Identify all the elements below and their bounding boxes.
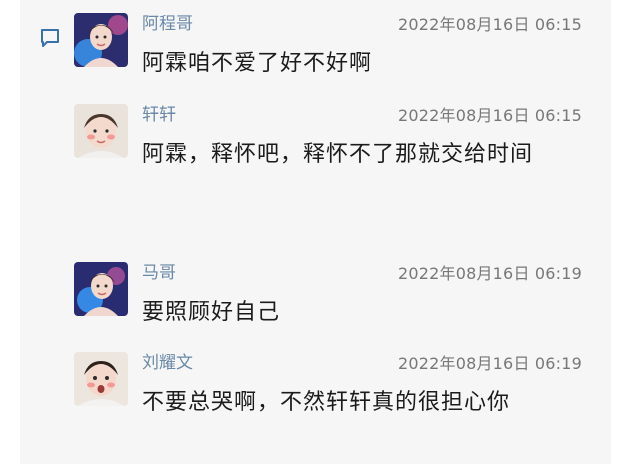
- comment-item: 马哥 2022年08月16日 06:19 要照顾好自己: [74, 262, 594, 332]
- comment-text: 阿霖，释怀吧，释怀不了那就交给时间: [142, 142, 534, 167]
- avatar[interactable]: [74, 13, 128, 67]
- comment-text: 阿霖咱不爱了好不好啊: [142, 51, 373, 76]
- username[interactable]: 马哥: [142, 262, 176, 284]
- username[interactable]: 阿程哥: [142, 13, 193, 35]
- timestamp: 2022年08月16日 06:19: [398, 354, 583, 373]
- timestamp: 2022年08月16日 06:19: [398, 264, 583, 283]
- comment-text: 要照顾好自己: [142, 300, 281, 325]
- avatar[interactable]: [74, 352, 128, 406]
- comment-item: 刘耀文 2022年08月16日 06:19 不要总哭啊，不然轩轩真的很担心你: [74, 352, 594, 462]
- username[interactable]: 轩轩: [142, 104, 176, 126]
- timestamp: 2022年08月16日 06:15: [398, 106, 583, 125]
- avatar[interactable]: [74, 104, 128, 158]
- comment-item: 阿程哥 2022年08月16日 06:15 阿霖咱不爱了好不好啊: [74, 13, 594, 83]
- username[interactable]: 刘耀文: [142, 352, 193, 374]
- comment-item: 轩轩 2022年08月16日 06:15 阿霖，释怀吧，释怀不了那就交给时间: [74, 104, 594, 214]
- avatar[interactable]: [74, 262, 128, 316]
- comment-icon[interactable]: [39, 27, 61, 49]
- timestamp: 2022年08月16日 06:15: [398, 15, 583, 34]
- comment-text: 不要总哭啊，不然轩轩真的很担心你: [142, 390, 511, 415]
